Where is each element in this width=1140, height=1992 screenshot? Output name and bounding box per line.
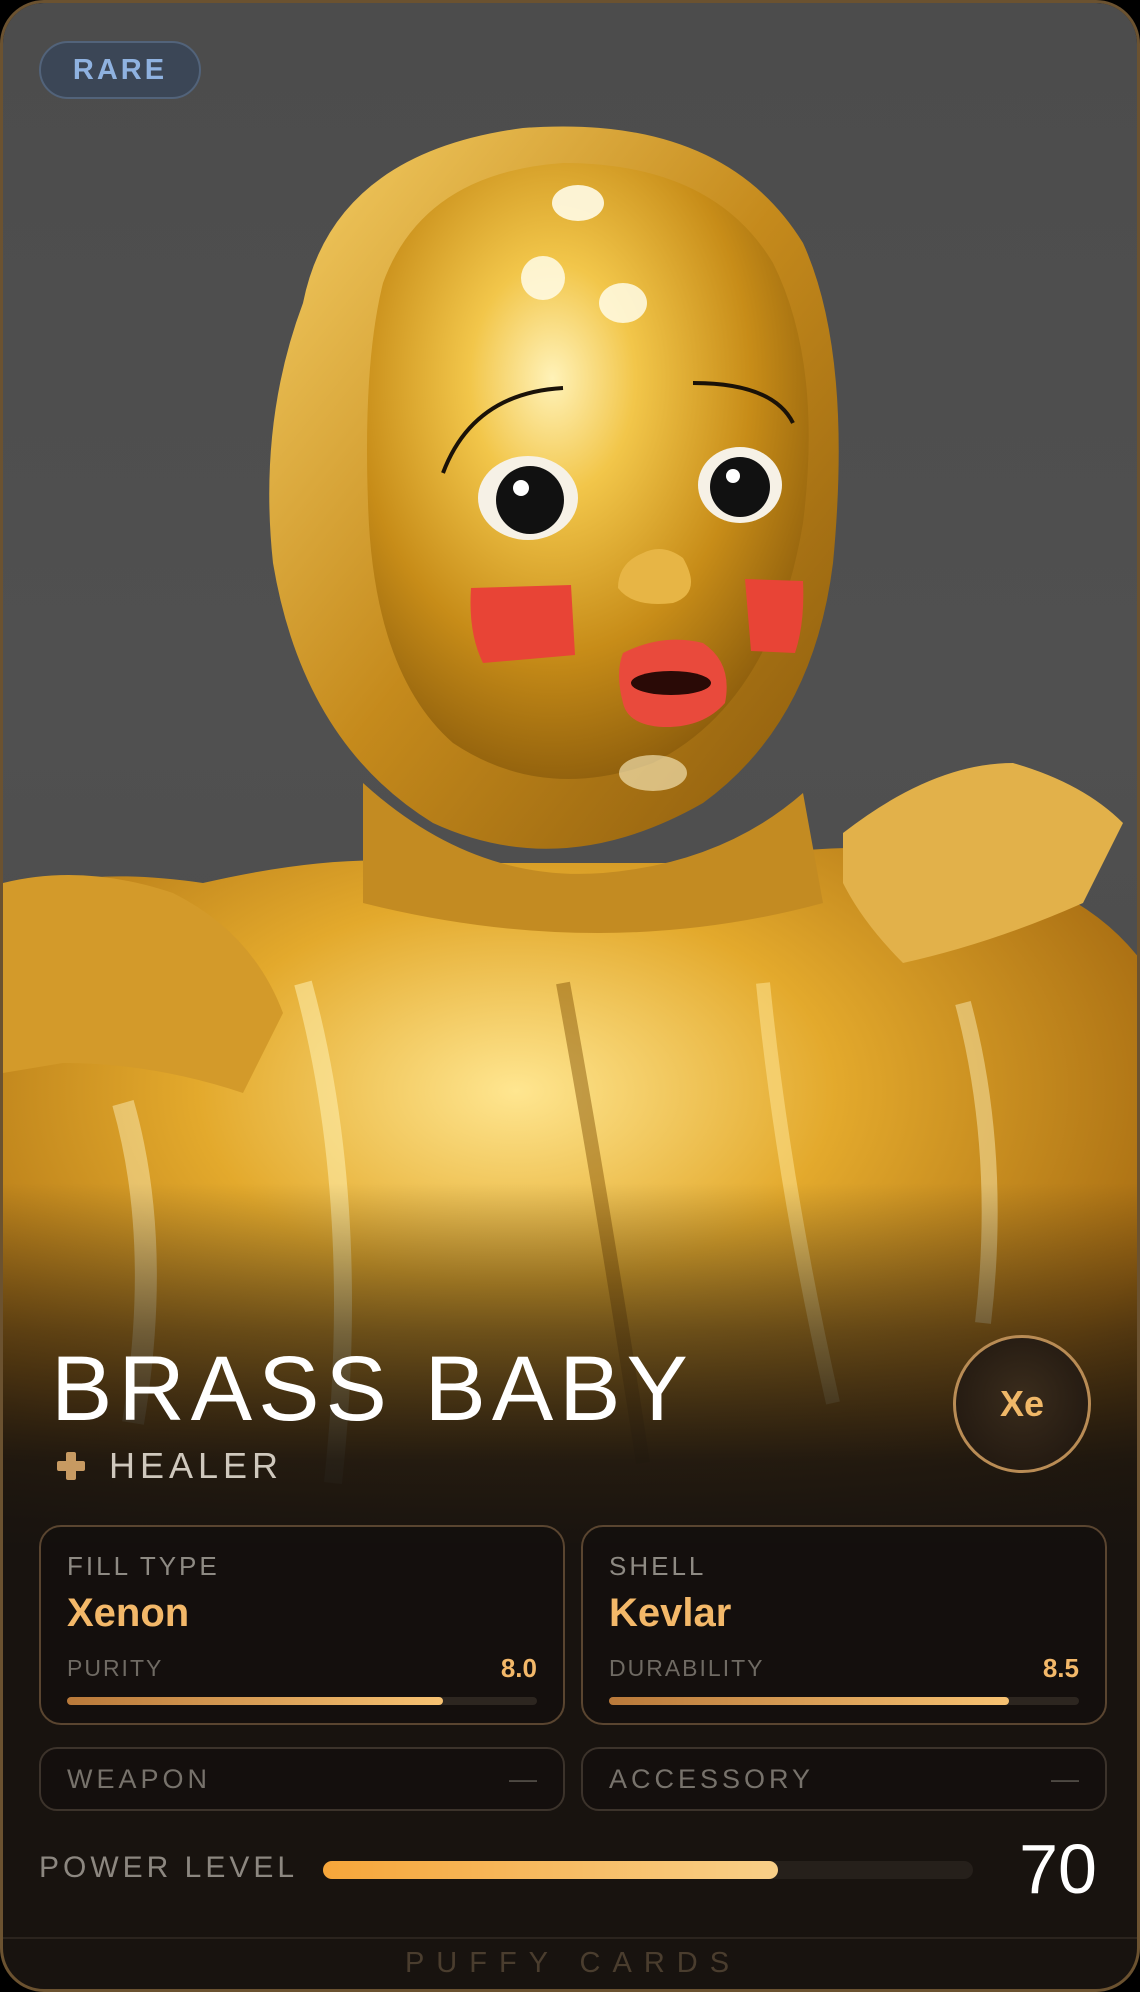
power-level-bar	[323, 1861, 973, 1879]
rarity-badge: RARE	[39, 41, 201, 99]
footer-divider	[3, 1937, 1137, 1939]
role-label: HEALER	[109, 1445, 284, 1486]
purity-label: PURITY	[67, 1655, 164, 1681]
fill-type-label: FILL TYPE	[67, 1551, 220, 1581]
purity-bar	[67, 1697, 537, 1705]
weapon-value: —	[509, 1763, 537, 1794]
accessory-value: —	[1051, 1763, 1079, 1794]
weapon-label: WEAPON	[67, 1763, 212, 1794]
accessory-slot[interactable]: ACCESSORY —	[581, 1747, 1107, 1811]
durability-bar	[609, 1697, 1079, 1705]
purity-value: 8.0	[500, 1653, 537, 1683]
character-card[interactable]: RARE BRASS BABY HEALER Xe FILL TYPE Xeno…	[0, 0, 1140, 1992]
shell-stat: SHELL Kevlar DURABILITY 8.5	[581, 1525, 1107, 1725]
durability-label: DURABILITY	[609, 1655, 765, 1681]
character-artwork	[3, 3, 1137, 1543]
shell-value: Kevlar	[609, 1591, 732, 1635]
shell-label: SHELL	[609, 1551, 707, 1581]
power-level-value: 70	[1019, 1830, 1097, 1908]
purity-bar-fill	[67, 1697, 443, 1705]
durability-value: 8.5	[1042, 1653, 1079, 1683]
weapon-slot[interactable]: WEAPON —	[39, 1747, 565, 1811]
footer-brand: PUFFY CARDS	[404, 1947, 742, 1979]
fill-type-value: Xenon	[67, 1591, 190, 1635]
fill-type-stat: FILL TYPE Xenon PURITY 8.0	[39, 1525, 565, 1725]
character-name: BRASS BABY	[51, 1338, 694, 1440]
accessory-label: ACCESSORY	[609, 1763, 815, 1794]
power-level-label: POWER LEVEL	[39, 1851, 299, 1884]
element-badge: Xe	[953, 1335, 1091, 1473]
role-row: HEALER	[57, 1445, 283, 1487]
cross-icon	[57, 1452, 85, 1480]
durability-bar-fill	[609, 1697, 1009, 1705]
power-level-bar-fill	[323, 1861, 778, 1879]
